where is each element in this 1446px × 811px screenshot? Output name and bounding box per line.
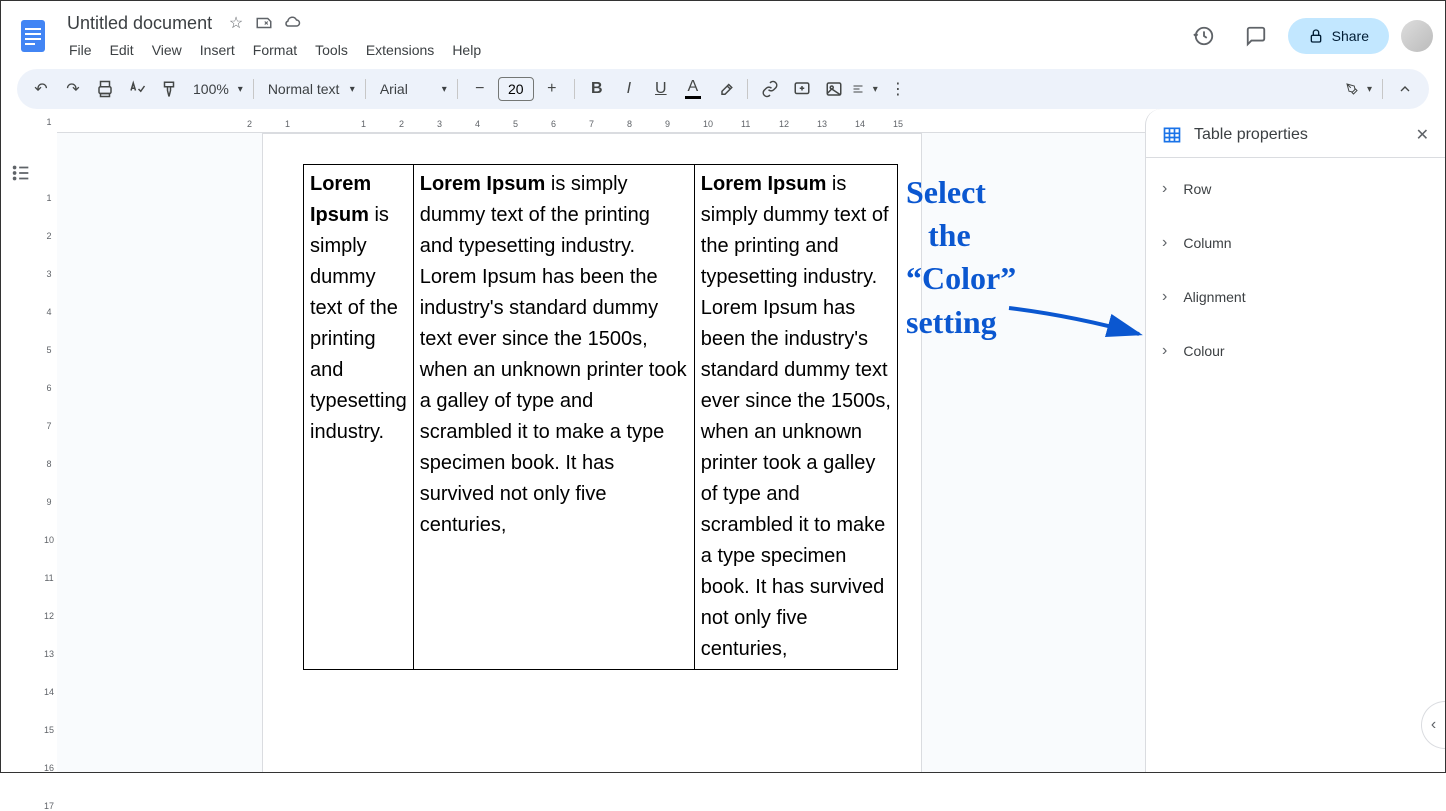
underline-button[interactable]: U — [647, 75, 675, 103]
font-increase-button[interactable]: + — [538, 75, 566, 103]
font-size-input[interactable]: 20 — [498, 77, 534, 101]
panel-title: Table properties — [1194, 126, 1404, 144]
move-icon[interactable] — [254, 13, 274, 33]
table-cell[interactable]: Lorem Ipsum is simply dummy text of the … — [413, 165, 694, 670]
table-properties-panel: Table properties ✕ › Row › Column › Alig… — [1145, 109, 1445, 772]
style-select[interactable]: Normal text — [262, 77, 357, 101]
left-rail — [1, 117, 41, 772]
panel-section-row[interactable]: › Row — [1146, 162, 1445, 216]
toolbar: ↶ ↷ 100% Normal text Arial − 20 + B I U … — [17, 69, 1429, 109]
collapse-toolbar-button[interactable] — [1391, 75, 1419, 103]
editing-mode-button[interactable] — [1346, 75, 1374, 103]
align-button[interactable] — [852, 75, 880, 103]
redo-button[interactable]: ↷ — [59, 75, 87, 103]
section-label: Row — [1183, 181, 1211, 197]
add-comment-button[interactable] — [788, 75, 816, 103]
outline-button[interactable] — [5, 157, 37, 189]
panel-section-column[interactable]: › Column — [1146, 216, 1445, 270]
text-color-button[interactable]: A — [679, 75, 707, 103]
menu-insert[interactable]: Insert — [192, 38, 243, 62]
paint-format-button[interactable] — [155, 75, 183, 103]
font-decrease-button[interactable]: − — [466, 75, 494, 103]
menu-view[interactable]: View — [144, 38, 190, 62]
section-label: Colour — [1183, 343, 1224, 359]
share-button[interactable]: Share — [1288, 18, 1389, 54]
content-area: 11234567891011121314151617 2112345678910… — [1, 117, 1445, 772]
table-cell[interactable]: Lorem Ipsum is simply dummy text of the … — [694, 165, 897, 670]
menu-bar: File Edit View Insert Format Tools Exten… — [61, 38, 1184, 62]
document-table[interactable]: Lorem Ipsum is simply dummy text of the … — [303, 164, 898, 670]
doc-title[interactable]: Untitled document — [61, 11, 218, 36]
link-button[interactable] — [756, 75, 784, 103]
italic-button[interactable]: I — [615, 75, 643, 103]
vertical-ruler: 11234567891011121314151617 — [41, 117, 57, 772]
menu-file[interactable]: File — [61, 38, 100, 62]
print-button[interactable] — [91, 75, 119, 103]
menu-edit[interactable]: Edit — [102, 38, 142, 62]
cloud-icon[interactable] — [282, 13, 302, 33]
page[interactable]: Lorem Ipsum is simply dummy text of the … — [262, 133, 922, 772]
bold-button[interactable]: B — [583, 75, 611, 103]
section-label: Alignment — [1183, 289, 1245, 305]
chevron-right-icon: › — [1162, 288, 1167, 306]
section-label: Column — [1183, 235, 1231, 251]
font-select[interactable]: Arial — [374, 77, 449, 101]
table-row[interactable]: Lorem Ipsum is simply dummy text of the … — [304, 165, 898, 670]
panel-section-alignment[interactable]: › Alignment — [1146, 270, 1445, 324]
spellcheck-button[interactable] — [123, 75, 151, 103]
share-label: Share — [1332, 28, 1369, 44]
menu-format[interactable]: Format — [245, 38, 305, 62]
image-button[interactable] — [820, 75, 848, 103]
avatar[interactable] — [1401, 20, 1433, 52]
chevron-right-icon: › — [1162, 180, 1167, 198]
table-icon — [1162, 125, 1182, 145]
chevron-right-icon: › — [1162, 234, 1167, 252]
title-area: Untitled document ☆ File Edit View Inser… — [61, 11, 1184, 62]
document-area[interactable]: 21123456789101112131415 Lorem Ipsum is s… — [57, 117, 1145, 772]
comment-icon[interactable] — [1236, 16, 1276, 56]
zoom-select[interactable]: 100% — [187, 77, 245, 101]
panel-close-button[interactable]: ✕ — [1416, 125, 1429, 145]
lock-icon — [1308, 28, 1324, 44]
history-icon[interactable] — [1184, 16, 1224, 56]
docs-logo[interactable] — [13, 16, 53, 56]
horizontal-ruler: 21123456789101112131415 — [57, 117, 1145, 133]
menu-help[interactable]: Help — [444, 38, 489, 62]
more-button[interactable]: ⋮ — [884, 75, 912, 103]
star-icon[interactable]: ☆ — [226, 13, 246, 33]
menu-extensions[interactable]: Extensions — [358, 38, 442, 62]
menu-tools[interactable]: Tools — [307, 38, 356, 62]
table-cell[interactable]: Lorem Ipsum is simply dummy text of the … — [304, 165, 414, 670]
header: Untitled document ☆ File Edit View Inser… — [1, 1, 1445, 65]
chevron-right-icon: › — [1162, 342, 1167, 360]
undo-button[interactable]: ↶ — [27, 75, 55, 103]
panel-section-colour[interactable]: › Colour — [1146, 324, 1445, 378]
highlight-button[interactable] — [711, 75, 739, 103]
